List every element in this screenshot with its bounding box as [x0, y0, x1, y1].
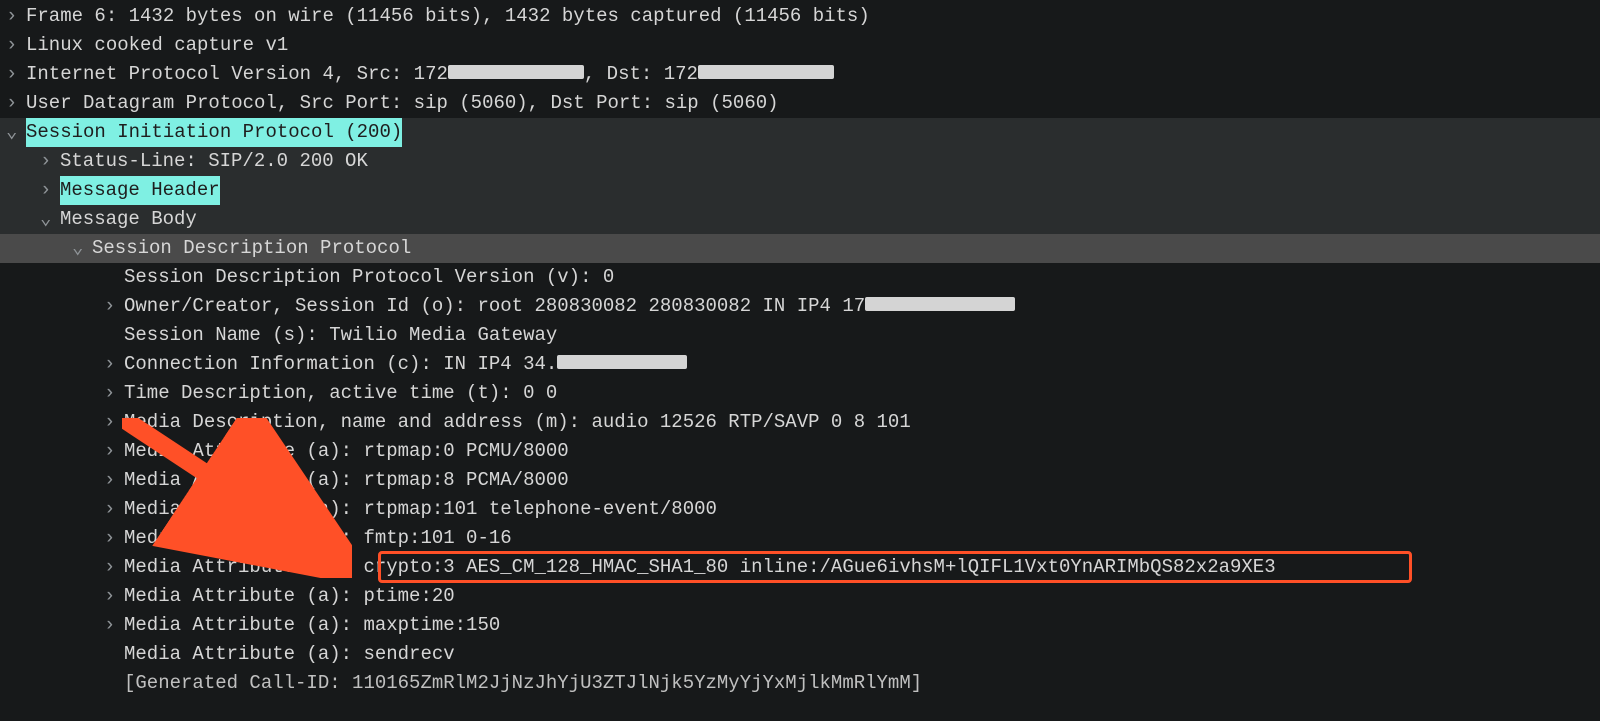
- tree-row-sdp-version[interactable]: › Session Description Protocol Version (…: [0, 263, 1600, 292]
- row-text: Session Description Protocol Version (v)…: [124, 263, 614, 292]
- chevron-right-icon[interactable]: ›: [104, 524, 124, 553]
- tree-row-generated-callid[interactable]: › [Generated Call-ID: 110165ZmRlM2JjNzJh…: [0, 669, 1600, 698]
- row-text: Internet Protocol Version 4, Src: 172, D…: [26, 60, 834, 89]
- row-text: Message Body: [60, 205, 197, 234]
- tree-row-sdp-session-name[interactable]: › Session Name (s): Twilio Media Gateway: [0, 321, 1600, 350]
- row-text: [Generated Call-ID: 110165ZmRlM2JjNzJhYj…: [124, 669, 922, 698]
- chevron-right-icon[interactable]: ›: [40, 147, 60, 176]
- row-text: Status-Line: SIP/2.0 200 OK: [60, 147, 368, 176]
- chevron-down-icon[interactable]: ⌄: [40, 205, 60, 234]
- row-text: Session Initiation Protocol (200): [26, 118, 402, 147]
- row-text: Media Attribute (a): rtpmap:101 telephon…: [124, 495, 717, 524]
- redacted-ip: [557, 355, 687, 369]
- row-text: Media Attribute (a): fmtp:101 0-16: [124, 524, 512, 553]
- chevron-down-icon[interactable]: ⌄: [72, 234, 92, 263]
- row-text: Frame 6: 1432 bytes on wire (11456 bits)…: [26, 2, 870, 31]
- chevron-right-icon[interactable]: ›: [104, 437, 124, 466]
- row-text: Media Description, name and address (m):…: [124, 408, 911, 437]
- row-text: User Datagram Protocol, Src Port: sip (5…: [26, 89, 779, 118]
- chevron-right-icon[interactable]: ›: [40, 176, 60, 205]
- tree-row-sdp-attr-ptime[interactable]: › Media Attribute (a): ptime:20: [0, 582, 1600, 611]
- chevron-right-icon[interactable]: ›: [104, 350, 124, 379]
- row-text: Media Attribute (a): ptime:20: [124, 582, 455, 611]
- chevron-right-icon[interactable]: ›: [104, 611, 124, 640]
- row-text: Media Attribute (a): crypto:3 AES_CM_128…: [124, 553, 1276, 582]
- chevron-right-icon[interactable]: ›: [104, 582, 124, 611]
- chevron-down-icon[interactable]: ⌄: [6, 118, 26, 147]
- tree-row-sdp-owner[interactable]: › Owner/Creator, Session Id (o): root 28…: [0, 292, 1600, 321]
- row-text: Connection Information (c): IN IP4 34.: [124, 350, 687, 379]
- tree-row-sdp-attr-sendrecv[interactable]: › Media Attribute (a): sendrecv: [0, 640, 1600, 669]
- tree-row-sdp-media[interactable]: › Media Description, name and address (m…: [0, 408, 1600, 437]
- chevron-right-icon[interactable]: ›: [104, 495, 124, 524]
- chevron-right-icon[interactable]: ›: [6, 31, 26, 60]
- tree-row-sdp-time[interactable]: › Time Description, active time (t): 0 0: [0, 379, 1600, 408]
- tree-row-sdp-attr-rtpmap8[interactable]: › Media Attribute (a): rtpmap:8 PCMA/800…: [0, 466, 1600, 495]
- row-text: Session Description Protocol: [92, 234, 411, 263]
- row-text: Media Attribute (a): rtpmap:8 PCMA/8000: [124, 466, 569, 495]
- row-text: Message Header: [60, 176, 220, 205]
- chevron-right-icon[interactable]: ›: [6, 89, 26, 118]
- chevron-right-icon[interactable]: ›: [104, 379, 124, 408]
- redacted-ip: [865, 297, 1015, 311]
- tree-row-sdp-attr-fmtp[interactable]: › Media Attribute (a): fmtp:101 0-16: [0, 524, 1600, 553]
- tree-row-sdp-attr-crypto[interactable]: › Media Attribute (a): crypto:3 AES_CM_1…: [0, 553, 1600, 582]
- row-text: Media Attribute (a): sendrecv: [124, 640, 455, 669]
- packet-details-tree: › Frame 6: 1432 bytes on wire (11456 bit…: [0, 0, 1600, 698]
- chevron-right-icon[interactable]: ›: [104, 466, 124, 495]
- tree-row-sdp-attr-rtpmap101[interactable]: › Media Attribute (a): rtpmap:101 teleph…: [0, 495, 1600, 524]
- tree-row-message-body[interactable]: ⌄ Message Body: [0, 205, 1600, 234]
- crypto-value: crypto:3 AES_CM_128_HMAC_SHA1_80 inline:…: [363, 556, 1275, 578]
- chevron-right-icon[interactable]: ›: [104, 292, 124, 321]
- row-text: Time Description, active time (t): 0 0: [124, 379, 557, 408]
- tree-row-sdp[interactable]: ⌄ Session Description Protocol: [0, 234, 1600, 263]
- row-text: Session Name (s): Twilio Media Gateway: [124, 321, 557, 350]
- row-text: Linux cooked capture v1: [26, 31, 288, 60]
- chevron-right-icon[interactable]: ›: [104, 408, 124, 437]
- chevron-right-icon[interactable]: ›: [6, 60, 26, 89]
- tree-row-sip[interactable]: ⌄ Session Initiation Protocol (200): [0, 118, 1600, 147]
- row-text: Media Attribute (a): maxptime:150: [124, 611, 500, 640]
- row-text: Media Attribute (a): rtpmap:0 PCMU/8000: [124, 437, 569, 466]
- tree-row-frame[interactable]: › Frame 6: 1432 bytes on wire (11456 bit…: [0, 2, 1600, 31]
- chevron-right-icon[interactable]: ›: [104, 553, 124, 582]
- tree-row-linux-cooked[interactable]: › Linux cooked capture v1: [0, 31, 1600, 60]
- tree-row-message-header[interactable]: › Message Header: [0, 176, 1600, 205]
- redacted-ip: [448, 65, 584, 79]
- tree-row-udp[interactable]: › User Datagram Protocol, Src Port: sip …: [0, 89, 1600, 118]
- redacted-ip: [698, 65, 834, 79]
- tree-row-sdp-attr-maxptime[interactable]: › Media Attribute (a): maxptime:150: [0, 611, 1600, 640]
- chevron-right-icon[interactable]: ›: [6, 2, 26, 31]
- tree-row-sip-status-line[interactable]: › Status-Line: SIP/2.0 200 OK: [0, 147, 1600, 176]
- tree-row-sdp-connection[interactable]: › Connection Information (c): IN IP4 34.: [0, 350, 1600, 379]
- row-text: Owner/Creator, Session Id (o): root 2808…: [124, 292, 1015, 321]
- tree-row-ipv4[interactable]: › Internet Protocol Version 4, Src: 172,…: [0, 60, 1600, 89]
- tree-row-sdp-attr-rtpmap0[interactable]: › Media Attribute (a): rtpmap:0 PCMU/800…: [0, 437, 1600, 466]
